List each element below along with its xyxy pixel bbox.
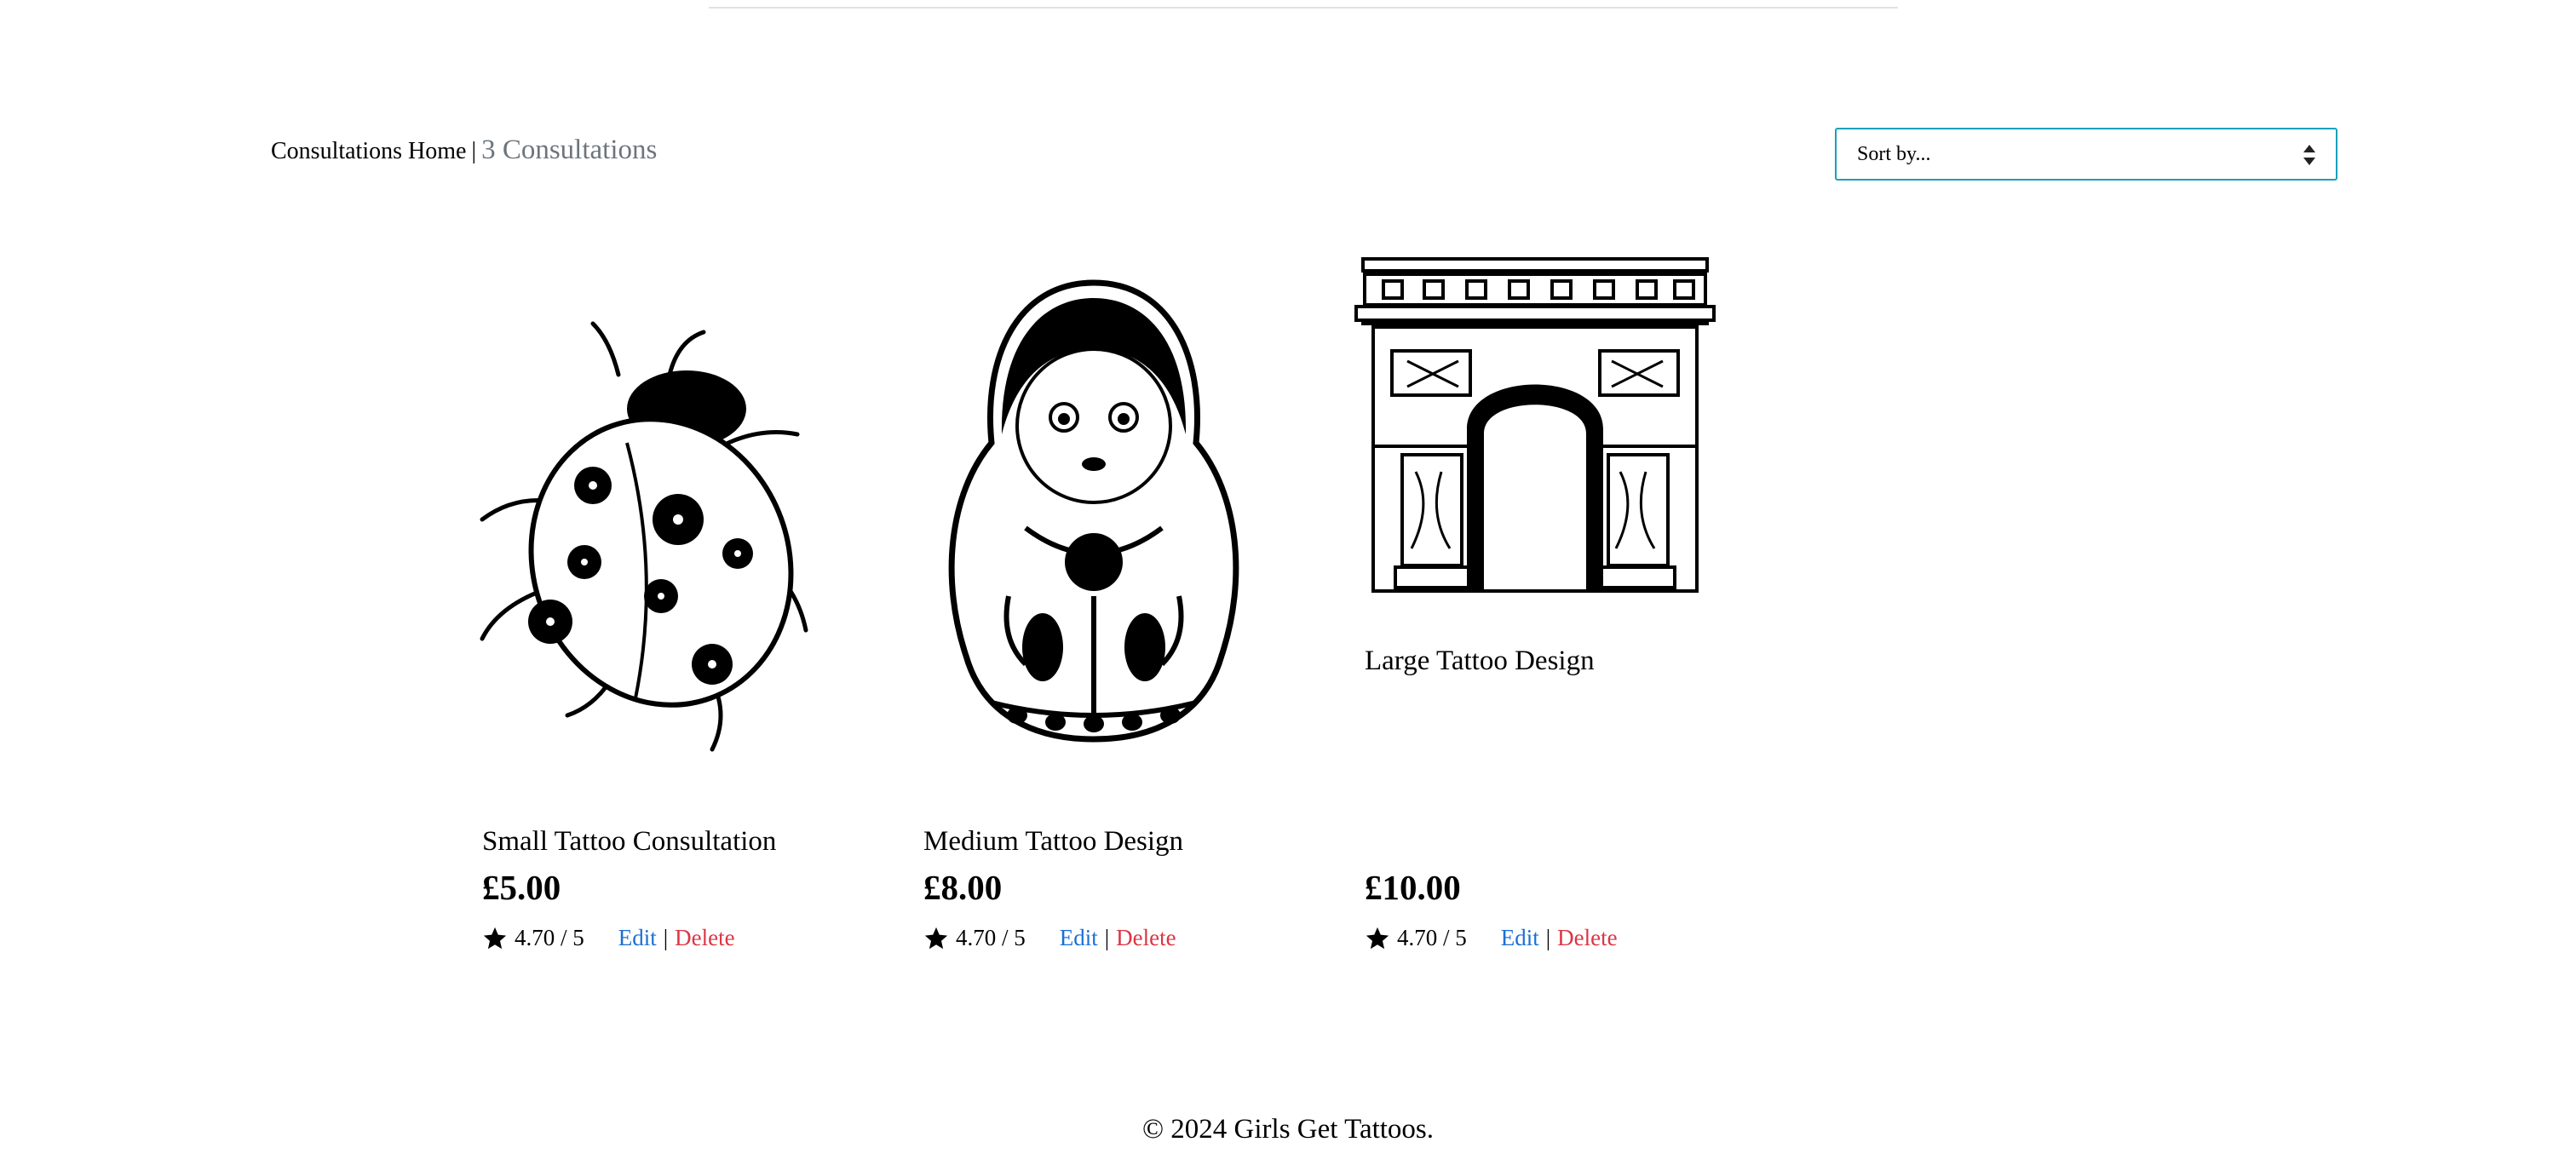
- product-price: £5.00: [482, 868, 561, 907]
- delete-link[interactable]: Delete: [1557, 925, 1617, 951]
- rating-value: 4.70 / 5: [956, 925, 1026, 950]
- product-meta: 4.70 / 5 Edit | Delete: [923, 925, 1176, 951]
- product-image[interactable]: [457, 281, 848, 758]
- delete-link[interactable]: Delete: [675, 925, 734, 951]
- product-image[interactable]: [898, 273, 1290, 749]
- rating-value: 4.70 / 5: [515, 925, 584, 950]
- product-meta: 4.70 / 5 Edit | Delete: [1365, 925, 1618, 951]
- edit-link[interactable]: Edit: [1501, 925, 1539, 951]
- matryoshka-doll-illustration-icon: [948, 279, 1239, 743]
- star-icon: [924, 927, 948, 949]
- product-meta: 4.70 / 5 Edit | Delete: [482, 925, 735, 951]
- consultations-count: 3 Consultations: [481, 135, 658, 165]
- product-title[interactable]: Small Tattoo Consultation: [482, 826, 776, 858]
- star-icon: [1366, 927, 1389, 949]
- link-separator: |: [1545, 925, 1551, 950]
- product-title[interactable]: Large Tattoo Design: [1365, 646, 1595, 677]
- product-title[interactable]: Medium Tattoo Design: [923, 826, 1183, 858]
- sort-arrows-icon: [2303, 145, 2315, 165]
- rating-value: 4.70 / 5: [1397, 925, 1467, 950]
- sort-select[interactable]: Sort by...: [1835, 128, 2337, 181]
- breadcrumb: Consultations Home | 3 Consultations: [271, 135, 657, 166]
- link-separator: |: [1104, 925, 1110, 950]
- consultations-home-link[interactable]: Consultations Home: [271, 138, 466, 165]
- toolbar: Consultations Home | 3 Consultations Sor…: [271, 128, 2337, 182]
- edit-link[interactable]: Edit: [618, 925, 657, 951]
- page: Consultations Home | 3 Consultations Sor…: [0, 0, 2576, 1165]
- delete-link[interactable]: Delete: [1116, 925, 1176, 951]
- edit-link[interactable]: Edit: [1060, 925, 1098, 951]
- product-price: £8.00: [923, 868, 1003, 907]
- arc-de-triomphe-illustration-icon: [1354, 257, 1716, 593]
- product-price: £10.00: [1365, 868, 1461, 907]
- breadcrumb-separator: |: [471, 138, 477, 164]
- link-separator: |: [663, 925, 669, 950]
- footer-copyright: © 2024 Girls Get Tattoos.: [1141, 1114, 1435, 1145]
- star-icon: [483, 927, 507, 949]
- ladybug-illustration-icon: [480, 321, 808, 752]
- top-divider: [709, 7, 1898, 9]
- sort-selected-value: Sort by...: [1857, 142, 1931, 165]
- product-image[interactable]: [1339, 250, 1731, 608]
